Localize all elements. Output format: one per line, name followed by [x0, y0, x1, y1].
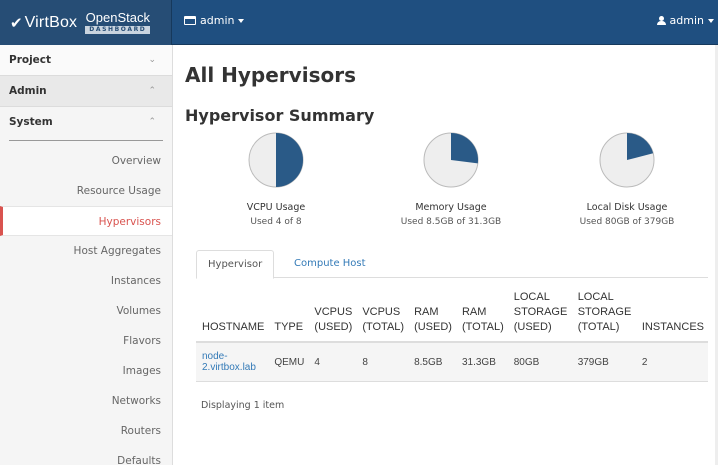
brand-logo[interactable]: ✔ VirtBox OpenStack DASHBOARD: [0, 0, 172, 45]
col-type[interactable]: TYPE: [268, 290, 309, 343]
caret-down-icon: [708, 18, 714, 23]
col-local-storage-used[interactable]: LOCAL STORAGE (USED): [507, 290, 572, 343]
usage-detail: Used 8.5GB of 31.3GB: [400, 217, 502, 227]
table-row: node- 2.virtbox.lab QEMU 4 8 8.5GB 31.3GB…: [196, 342, 708, 382]
hostname-link[interactable]: node- 2.virtbox.lab: [202, 351, 256, 373]
section-title: Hypervisor Summary: [185, 106, 375, 125]
sidebar-item-volumes[interactable]: Volumes: [0, 296, 172, 326]
col-vcpus-total[interactable]: VCPUS (TOTAL): [356, 290, 409, 343]
sidebar-section-label: System: [9, 116, 53, 128]
memory-pie: [423, 132, 479, 188]
caret-down-icon: [238, 18, 245, 23]
sidebar-section-admin[interactable]: Admin ⌃: [0, 76, 172, 107]
usage-detail: Used 4 of 8: [250, 217, 302, 227]
vcpu-pie: [248, 132, 304, 188]
sidebar-section-label: Admin: [9, 85, 47, 97]
usage-label: Local Disk Usage: [586, 202, 668, 213]
sidebar-section-label: Project: [9, 54, 52, 66]
cell-local-storage-used: 80GB: [507, 342, 572, 382]
chevron-up-icon: ⌃: [148, 86, 156, 96]
col-hostname[interactable]: HOSTNAME: [196, 290, 269, 343]
sidebar-section-system[interactable]: System ⌃: [0, 107, 172, 146]
table-footer-count: Displaying 1 item: [201, 400, 285, 411]
cell-instances: 2: [635, 342, 708, 382]
tab-compute-host[interactable]: Compute Host: [283, 250, 377, 279]
disk-usage-chart: Local Disk Usage Used 80GB of 379GB: [537, 131, 717, 227]
pie-used-slice: [276, 133, 303, 187]
cell-vcpus-total: 8: [356, 342, 409, 382]
brand-name: VirtBox: [24, 13, 78, 31]
hypervisor-tabs: Hypervisor Compute Host: [196, 250, 708, 279]
openstack-wordmark: OpenStack: [85, 10, 150, 25]
sidebar-item-routers[interactable]: Routers: [0, 416, 172, 446]
top-navbar: ✔ VirtBox OpenStack DASHBOARD admin admi…: [0, 0, 718, 45]
col-local-storage-total[interactable]: LOCAL STORAGE (TOTAL): [571, 290, 636, 343]
sidebar-item-flavors[interactable]: Flavors: [0, 326, 172, 356]
tab-hypervisor[interactable]: Hypervisor: [196, 250, 275, 279]
project-dropdown[interactable]: admin: [184, 14, 245, 27]
user-dropdown-label: admin: [669, 14, 704, 27]
cell-hostname[interactable]: node- 2.virtbox.lab: [196, 342, 269, 382]
main-content: All Hypervisors Hypervisor Summary VCPU …: [185, 45, 718, 465]
col-instances[interactable]: INSTANCES: [635, 290, 708, 343]
usage-label: VCPU Usage: [246, 202, 306, 213]
sidebar-item-networks[interactable]: Networks: [0, 386, 172, 416]
hypervisors-table: HOSTNAME TYPE VCPUS (USED) VCPUS (TOTAL) R…: [196, 290, 708, 382]
cell-local-storage-total: 379GB: [571, 342, 636, 382]
virtbox-check-icon: ✔: [10, 13, 23, 32]
disk-pie: [599, 132, 655, 188]
openstack-logo: OpenStack DASHBOARD: [85, 10, 151, 34]
sidebar-item-resource-usage[interactable]: Resource Usage: [0, 176, 172, 206]
sidebar-item-hypervisors[interactable]: Hypervisors: [0, 206, 172, 236]
user-dropdown[interactable]: admin: [656, 14, 714, 27]
cell-ram-total: 31.3GB: [455, 342, 508, 382]
sidebar-item-defaults[interactable]: Defaults: [0, 446, 172, 465]
sidebar-item-instances[interactable]: Instances: [0, 266, 172, 296]
page-title: All Hypervisors: [185, 63, 356, 87]
cell-ram-used: 8.5GB: [408, 342, 456, 382]
dashboard-wordmark: DASHBOARD: [85, 26, 151, 34]
table-header-row: HOSTNAME TYPE VCPUS (USED) VCPUS (TOTAL) R…: [196, 290, 708, 343]
cell-type: QEMU: [268, 342, 309, 382]
cell-vcpus-used: 4: [308, 342, 357, 382]
col-ram-total[interactable]: RAM (TOTAL): [455, 290, 508, 343]
usage-label: Memory Usage: [415, 202, 487, 213]
project-icon: [184, 16, 196, 25]
usage-detail: Used 80GB of 379GB: [579, 217, 675, 227]
memory-usage-chart: Memory Usage Used 8.5GB of 31.3GB: [361, 131, 541, 227]
sidebar-section-project[interactable]: Project ⌄: [0, 45, 172, 76]
sidebar-item-images[interactable]: Images: [0, 356, 172, 386]
sidebar-item-overview[interactable]: Overview: [0, 146, 172, 176]
pie-used-slice: [451, 133, 479, 164]
user-icon: [656, 16, 666, 25]
chevron-down-icon: ⌄: [148, 55, 156, 65]
chevron-up-icon: ⌃: [148, 117, 156, 127]
sidebar: Project ⌄ Admin ⌃ System ⌃ Overview Reso…: [0, 45, 173, 465]
vcpu-usage-chart: VCPU Usage Used 4 of 8: [186, 131, 366, 227]
sidebar-item-host-aggregates[interactable]: Host Aggregates: [0, 236, 172, 266]
col-ram-used[interactable]: RAM (USED): [408, 290, 456, 343]
project-dropdown-label: admin: [200, 14, 235, 27]
section-divider: [9, 140, 163, 141]
col-vcpus-used[interactable]: VCPUS (USED): [308, 290, 357, 343]
